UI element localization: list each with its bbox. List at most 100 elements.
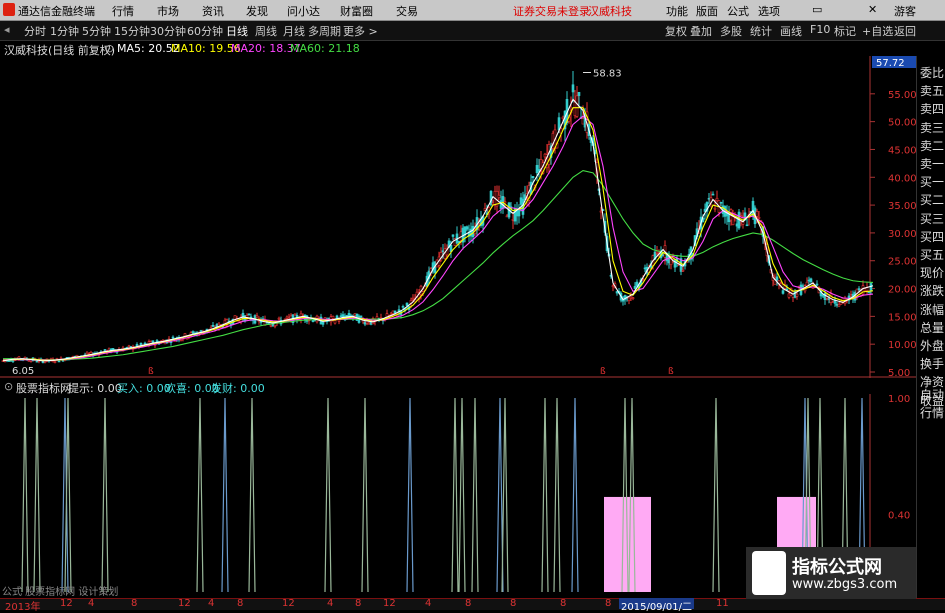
candle-body	[711, 193, 715, 196]
candle-body	[393, 310, 397, 314]
signal-spike	[406, 397, 414, 593]
menu-layout[interactable]: 版面	[696, 3, 718, 19]
side-panel-item[interactable]: 行情	[920, 404, 944, 421]
overlay-button[interactable]: 叠加	[690, 23, 712, 39]
candle-body	[143, 342, 147, 345]
candle-body	[621, 299, 625, 302]
side-panel-item[interactable]: 卖四	[920, 100, 944, 117]
side-panel-item[interactable]: 外盘	[920, 337, 944, 354]
side-panel-item[interactable]: 现价	[920, 264, 944, 281]
app-logo-icon	[3, 3, 15, 16]
signal-spike	[501, 397, 509, 593]
candle-body	[575, 95, 579, 117]
menu-market[interactable]: 市场	[157, 3, 179, 19]
quote-side-panel: 委比 卖五 卖四 卖三 卖二 卖一 买一 买二 买三 买四 买五 现价 涨跌 涨幅 总量 外盘 换手 净资 收益 自动…	[916, 56, 945, 601]
signal-spike	[101, 397, 109, 593]
period-monthly[interactable]: 月线	[283, 23, 305, 39]
candle-body	[359, 315, 363, 318]
period-5min[interactable]: 5分钟	[82, 23, 111, 39]
login-notice[interactable]: 证券交易未登录	[513, 3, 590, 19]
period-multi[interactable]: 多周期	[308, 23, 341, 39]
close-icon[interactable]: ✕	[868, 3, 877, 16]
period-60min[interactable]: 60分钟	[187, 23, 223, 39]
side-panel-item[interactable]: 涨跌	[920, 282, 944, 299]
menu-formula[interactable]: 公式	[727, 3, 749, 19]
candle-body	[497, 194, 501, 198]
draw-button[interactable]: 画线	[780, 23, 802, 39]
minimize-icon[interactable]: ▭	[812, 3, 822, 16]
low-marker-label: 6.05	[12, 366, 34, 377]
side-panel-item[interactable]: 买三	[920, 210, 944, 227]
candle-body	[775, 276, 779, 281]
candle-body	[571, 84, 575, 93]
period-bar: ◂ 分时 1分钟 5分钟 15分钟 30分钟 60分钟 日线 周线 月线 多周期…	[0, 21, 945, 41]
menu-function[interactable]: 功能	[666, 3, 688, 19]
period-daily[interactable]: 日线	[226, 23, 248, 39]
signal-spike	[712, 397, 720, 593]
indicator-tick-label: 1.00	[888, 394, 910, 405]
period-1min[interactable]: 1分钟	[50, 23, 79, 39]
indicator-settings-icon[interactable]: ⊙	[4, 380, 13, 393]
signal-spike	[458, 397, 466, 593]
side-panel-item[interactable]: 总量	[920, 319, 944, 336]
menu-news[interactable]: 资讯	[202, 3, 224, 19]
candle-body	[631, 297, 635, 299]
adjust-button[interactable]: 复权	[665, 23, 687, 39]
price-chart[interactable]: 55.00 50.00 45.00 40.00 35.00 30.00 25.00 20.00…	[0, 56, 916, 378]
date-axis-label: 12	[282, 598, 295, 609]
candle-body	[713, 207, 717, 210]
period-weekly[interactable]: 周线	[255, 23, 277, 39]
side-panel-item[interactable]: 卖五	[920, 82, 944, 99]
side-panel-item[interactable]: 委比	[920, 64, 944, 81]
side-panel-item[interactable]: 卖二	[920, 137, 944, 154]
watermark: 指标公式网 www.zbgs3.com	[746, 547, 916, 599]
date-axis-label: 4	[208, 598, 215, 609]
side-panel-item[interactable]: 自动	[920, 386, 944, 403]
side-panel-item[interactable]: 买五	[920, 246, 944, 263]
hover-date-label: 2015/09/01/二	[619, 598, 695, 613]
indicator-header: ⊙ 股票指标网 提示: 0.00 买入: 0.00 欢喜: 0.00 发财: 0…	[0, 380, 870, 395]
candle-body	[681, 269, 685, 272]
candle-body	[599, 210, 603, 213]
period-more[interactable]: 更多 >	[343, 23, 378, 39]
menu-trade[interactable]: 交易	[396, 3, 418, 19]
menu-quotes[interactable]: 行情	[112, 3, 134, 19]
period-15min[interactable]: 15分钟	[114, 23, 150, 39]
stock-name-title: 汉威科技	[588, 5, 632, 18]
candle-body	[627, 297, 631, 301]
indicator-tick-label: 0.40	[888, 510, 910, 521]
candle-body	[211, 324, 215, 327]
mark-button[interactable]: 标记	[834, 23, 856, 39]
period-intraday[interactable]: 分时	[24, 23, 46, 39]
settings-icon[interactable]: ⊙	[105, 42, 114, 55]
period-arrow-icon[interactable]: ◂	[4, 23, 10, 36]
event-marker: ß	[668, 367, 674, 377]
date-axis-label: 2013年	[5, 602, 41, 613]
price-tick-label: 20.00	[888, 285, 916, 296]
menu-options[interactable]: 选项	[758, 3, 780, 19]
menu-ask[interactable]: 问小达	[287, 3, 320, 19]
menu-discover[interactable]: 发现	[246, 3, 268, 19]
side-panel-item[interactable]: 买一	[920, 173, 944, 190]
signal-spike	[553, 397, 561, 593]
side-panel-item[interactable]: 涨幅	[920, 301, 944, 318]
period-30min[interactable]: 30分钟	[150, 23, 186, 39]
side-panel-item[interactable]: 买四	[920, 228, 944, 245]
event-marker: ß	[600, 367, 606, 377]
candle-body	[255, 315, 259, 318]
stats-button[interactable]: 统计	[750, 23, 772, 39]
side-panel-item[interactable]: 卖三	[920, 119, 944, 136]
f10-button[interactable]: F10	[810, 23, 830, 36]
candle-body	[57, 360, 61, 363]
menu-wealth[interactable]: 财富圈	[340, 3, 373, 19]
back-button[interactable]: 返回	[894, 23, 916, 39]
ma-line-ma20	[3, 115, 874, 361]
side-panel-item[interactable]: 买二	[920, 191, 944, 208]
side-panel-item[interactable]: 换手	[920, 355, 944, 372]
candle-body	[837, 304, 841, 307]
footer-text: 公式 股票指标网 设计策划	[2, 587, 119, 598]
guest-label[interactable]: 游客	[894, 3, 916, 19]
multi-stock-button[interactable]: 多股	[720, 23, 742, 39]
add-watchlist-button[interactable]: +自选	[862, 23, 893, 39]
side-panel-item[interactable]: 卖一	[920, 155, 944, 172]
